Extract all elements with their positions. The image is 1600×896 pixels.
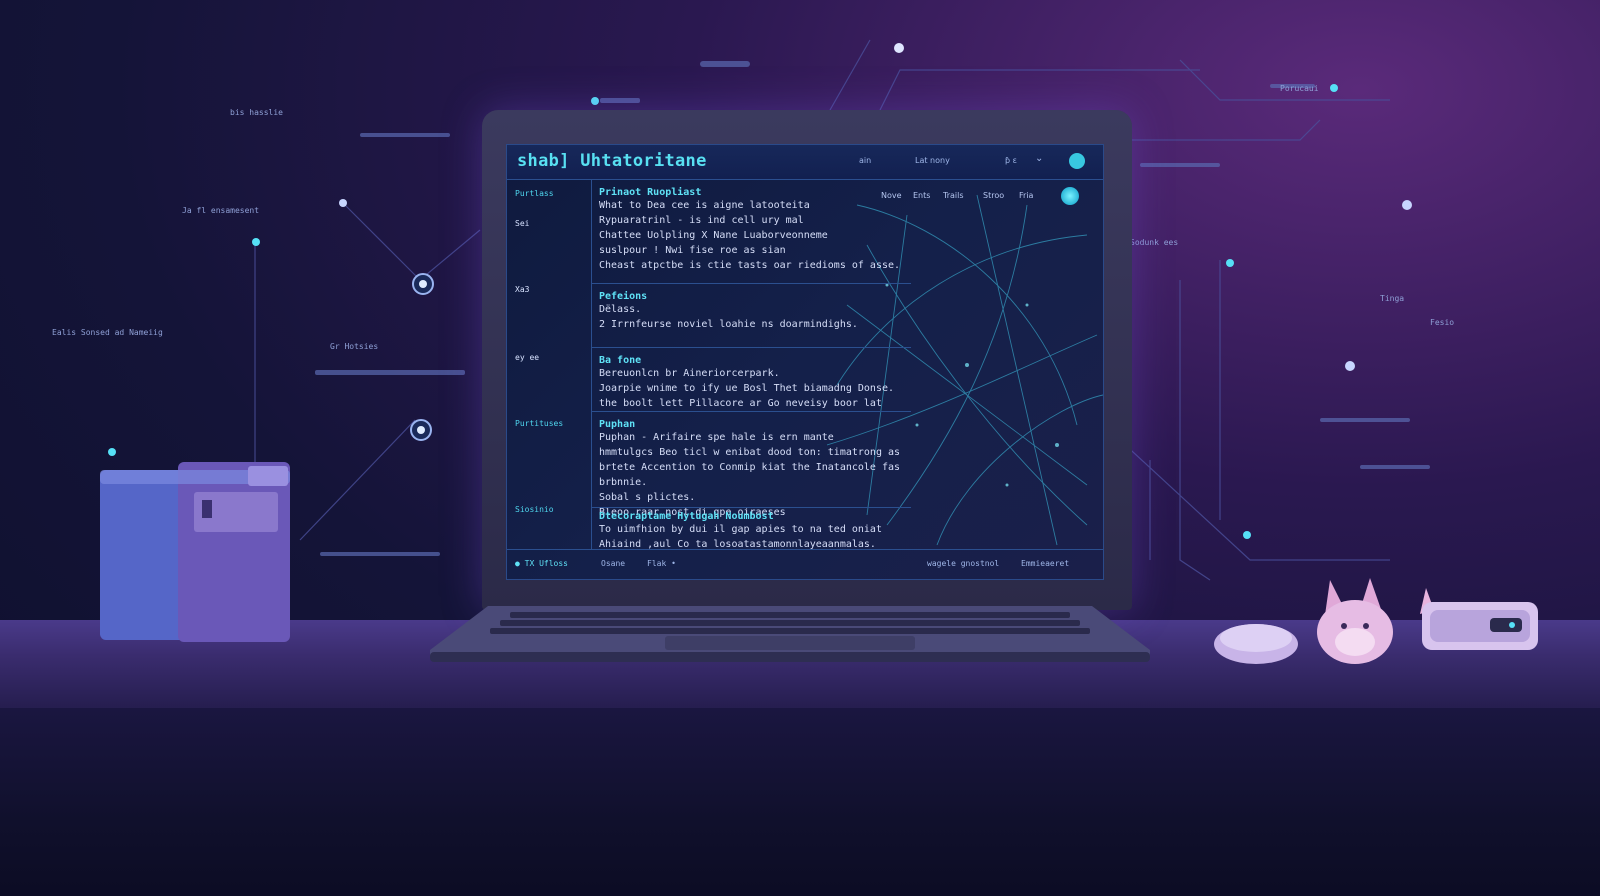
floating-label: Tinga <box>1380 294 1405 303</box>
app-title: shab] Uhtatoritane <box>517 151 707 171</box>
list-item[interactable]: Dtecoraptame Hytugah Noumbost To uimfhio… <box>599 511 882 552</box>
laptop-keyboard-base <box>430 606 1150 662</box>
status-item[interactable]: wagele gnostnol <box>927 559 999 568</box>
floating-label: Gr Hotsies <box>330 342 379 351</box>
titlebar-menu-item[interactable]: ain <box>859 156 871 165</box>
sidebar: Purtlass Sei Xa3 ey ee Purtituses Siosin… <box>507 179 592 549</box>
divider <box>591 283 911 284</box>
entry-line: Puphan - Arifaire spe hale is ern mante <box>599 432 834 443</box>
list-item[interactable]: Puphan Puphan - Arifaire spe hale is ern… <box>599 419 900 520</box>
entry-line: Dëlass. <box>599 304 642 315</box>
titlebar-menu-item[interactable]: Lat nony <box>915 156 950 165</box>
floating-label: Porucaui <box>1280 84 1319 93</box>
floating-label: Sodunk ees <box>1130 238 1179 247</box>
divider <box>591 411 911 412</box>
avatar[interactable] <box>1069 153 1085 169</box>
floating-label: Ealis Sonsed ad Nameiig <box>52 328 163 337</box>
floating-label: Ja fl ensamesent <box>182 206 260 215</box>
entry-heading: Ba fone <box>599 355 642 366</box>
entry-line: 2 Irrnfeurse noviel loahie ns doarmindig… <box>599 319 858 330</box>
status-indicator-icon[interactable] <box>1061 187 1079 205</box>
titlebar-menu-item[interactable]: ƥ ɛ <box>1005 156 1017 165</box>
chevron-down-icon[interactable]: ⌄ <box>1035 153 1043 164</box>
sidebar-item[interactable]: Xa3 <box>515 285 529 294</box>
entry-line: Sobal s plictes. <box>599 492 696 503</box>
status-bar: ● TX Ufloss Osane Flak • wagele gnostnol… <box>507 549 1103 579</box>
list-item[interactable]: Ba fone Bereuonlcn br Aineriorcerpark. J… <box>599 355 894 411</box>
sidebar-item[interactable]: Purtituses <box>515 419 563 428</box>
status-item[interactable]: Flak • <box>647 559 676 568</box>
toolbar-button[interactable]: Ents <box>913 191 930 200</box>
divider <box>591 347 911 348</box>
sidebar-item[interactable]: ey ee <box>515 353 539 362</box>
entry-line: brbnnie. <box>599 477 648 488</box>
entry-heading: Dtecoraptame Hytugah Noumbost <box>599 511 774 522</box>
status-item[interactable]: Osane <box>601 559 625 568</box>
entry-line: Cheast atpctbe is ctie tasts oar riediom… <box>599 260 901 271</box>
floating-label: bis hasslie <box>230 108 283 117</box>
sidebar-item[interactable]: Purtlass <box>515 189 554 198</box>
scene: Ja fl ensamesent Ealis Sonsed ad Nameiig… <box>0 0 1600 896</box>
entry-heading: Pefeions <box>599 291 648 302</box>
entry-line: Chattee Uolpling X Nane Luaborveonneme <box>599 230 828 241</box>
entry-line: Rypuaratrinl - is ind cell ury mal <box>599 215 804 226</box>
entry-line: hmmtulgcs Beo ticl w enibat dood ton: ti… <box>599 447 901 458</box>
list-item[interactable]: Pefeions Dëlass. 2 Irrnfeurse noviel loa… <box>599 291 858 332</box>
entry-heading: Prinaot Ruopliast <box>599 187 702 198</box>
sidebar-item[interactable]: Siosinio <box>515 505 554 514</box>
entry-line: Joarpie wnime to ify ue Bosl Thet biamad… <box>599 383 895 394</box>
status-item[interactable]: Emmieaeret <box>1021 559 1069 568</box>
status-left: ● TX Ufloss <box>515 559 568 568</box>
app-window: shab] Uhtatoritane ain Lat nony ƥ ɛ ⌄ Pu… <box>506 144 1104 580</box>
floating-label: Fesio <box>1430 318 1455 327</box>
toolbar-button[interactable]: Trails <box>943 191 964 200</box>
printer-icon <box>100 462 290 642</box>
toolbar-button[interactable]: Fria <box>1019 191 1033 200</box>
entry-line: To uimfhion by dui il gap apies to na te… <box>599 524 882 535</box>
entry-line: the boolt lett Pillacore ar Go neveisy b… <box>599 398 882 409</box>
entry-line: brtete Accention to Conmip kiat the Inat… <box>599 462 901 473</box>
fox-figurine-icon <box>1317 578 1393 664</box>
toolbar-button[interactable]: Stroo <box>983 191 1004 200</box>
entry-line: Bereuonlcn br Aineriorcerpark. <box>599 368 780 379</box>
entry-line: What to Dea cee is aigne latooteita <box>599 200 810 211</box>
entry-heading: Puphan <box>599 419 636 430</box>
divider <box>591 507 911 508</box>
entry-line: suslpour ! Nwi fise roe as sian <box>599 245 786 256</box>
sidebar-item[interactable]: Sei <box>515 219 529 228</box>
mouse-icon <box>1214 624 1298 664</box>
title-bar: shab] Uhtatoritane ain Lat nony ƥ ɛ ⌄ <box>507 145 1103 180</box>
main-content: Nove Ents Trails Stroo Fria Prinaot Ruop… <box>591 179 1103 552</box>
list-item[interactable]: Prinaot Ruopliast What to Dea cee is aig… <box>599 187 900 273</box>
speaker-device-icon <box>1420 588 1538 650</box>
desk-front <box>0 708 1600 896</box>
